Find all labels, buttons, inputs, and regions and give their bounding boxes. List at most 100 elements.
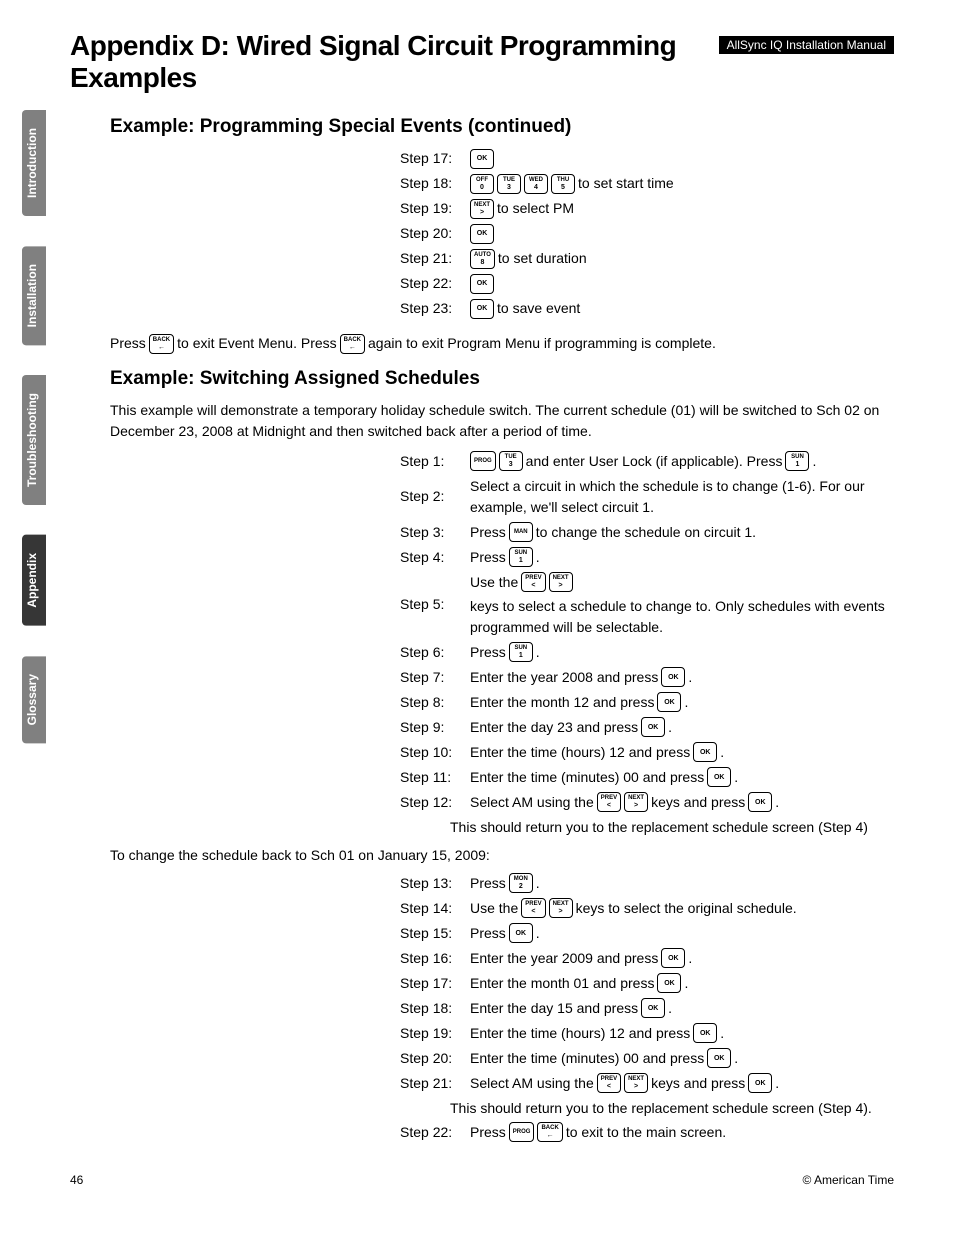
step-label: Step 6: bbox=[400, 642, 470, 663]
key-back: BACK← bbox=[149, 334, 174, 354]
step-label: Step 11: bbox=[400, 767, 470, 788]
step-content: Select a circuit in which the schedule i… bbox=[470, 476, 894, 518]
step-row: Step 21:Select AM using the PREV<NEXT> k… bbox=[400, 1073, 894, 1094]
step-row: Step 22:Press PROGBACK← to exit to the m… bbox=[400, 1122, 894, 1143]
step-text: to set duration bbox=[498, 248, 587, 269]
key-ok: OK bbox=[470, 299, 494, 319]
step-text: Press bbox=[470, 522, 506, 543]
step-row: Step 23:OK to save event bbox=[400, 298, 894, 319]
step-text: to exit Event Menu. Press bbox=[177, 333, 337, 354]
step-row: Step 4:Press SUN1. bbox=[400, 547, 894, 568]
step-text: . bbox=[775, 792, 779, 813]
step-label: Step 21: bbox=[400, 248, 470, 269]
step-text: . bbox=[720, 742, 724, 763]
step-row: Step 3:Press MAN to change the schedule … bbox=[400, 522, 894, 543]
step-text: Press bbox=[110, 333, 146, 354]
step-text: keys to select the original schedule. bbox=[576, 898, 797, 919]
step-label: Step 21: bbox=[400, 1073, 470, 1094]
key-prog: PROG bbox=[509, 1122, 535, 1142]
step-text: keys to select a schedule to change to. … bbox=[470, 596, 894, 638]
step-label: Step 14: bbox=[400, 898, 470, 919]
step-label: Step 3: bbox=[400, 522, 470, 543]
step-text: Enter the day 23 and press bbox=[470, 717, 638, 738]
step-label: Step 4: bbox=[400, 547, 470, 568]
step-text: Enter the month 01 and press bbox=[470, 973, 654, 994]
tab-appendix[interactable]: Appendix bbox=[22, 535, 46, 626]
exit-line: Press BACK← to exit Event Menu. Press BA… bbox=[110, 333, 894, 354]
step-text: to exit to the main screen. bbox=[566, 1122, 726, 1143]
step-content: Enter the time (minutes) 00 and press OK… bbox=[470, 1048, 738, 1069]
step-row: Step 11:Enter the time (minutes) 00 and … bbox=[400, 767, 894, 788]
step-content: Press MAN to change the schedule on circ… bbox=[470, 522, 756, 543]
step-label: Step 23: bbox=[400, 298, 470, 319]
key-next: NEXT> bbox=[624, 1073, 648, 1093]
step-label: Step 15: bbox=[400, 923, 470, 944]
step-row: Step 6:Press SUN1. bbox=[400, 642, 894, 663]
section2-subtitle: Example: Switching Assigned Schedules bbox=[110, 368, 894, 390]
step-content: Enter the month 01 and press OK. bbox=[470, 973, 688, 994]
key-ok: OK bbox=[707, 767, 731, 787]
step-text: to set start time bbox=[578, 173, 674, 194]
step-label: Step 22: bbox=[400, 273, 470, 294]
step-content: OK bbox=[470, 274, 494, 294]
step-label: Step 10: bbox=[400, 742, 470, 763]
step-row: Step 13:Press MON2. bbox=[400, 873, 894, 894]
step-text: Press bbox=[470, 923, 506, 944]
step-label: Step 17: bbox=[400, 973, 470, 994]
step-text: to save event bbox=[497, 298, 580, 319]
step-content: Enter the day 23 and press OK. bbox=[470, 717, 672, 738]
step-text: . bbox=[688, 667, 692, 688]
step-row: Step 9:Enter the day 23 and press OK. bbox=[400, 717, 894, 738]
appendix-title: Appendix D: Wired Signal Circuit Program… bbox=[70, 30, 719, 94]
key-sun: SUN1 bbox=[509, 547, 533, 567]
step-label: Step 1: bbox=[400, 451, 470, 472]
manual-badge: AllSync IQ Installation Manual bbox=[719, 36, 894, 54]
step-text: to select PM bbox=[497, 198, 574, 219]
key-ok: OK bbox=[641, 998, 665, 1018]
step-text: Enter the time (hours) 12 and press bbox=[470, 742, 690, 763]
step-content: OK to save event bbox=[470, 298, 580, 319]
step-content: Enter the day 15 and press OK. bbox=[470, 998, 672, 1019]
tab-troubleshooting[interactable]: Troubleshooting bbox=[22, 375, 46, 505]
step-text: again to exit Program Menu if programmin… bbox=[368, 333, 716, 354]
key-next: NEXT> bbox=[549, 572, 573, 592]
section2-stepsC: Step 22:Press PROGBACK← to exit to the m… bbox=[400, 1122, 894, 1143]
key-man: MAN bbox=[509, 522, 533, 542]
tab-introduction[interactable]: Introduction bbox=[22, 110, 46, 216]
copyright: © American Time bbox=[802, 1173, 894, 1187]
key-ok: OK bbox=[693, 742, 717, 762]
step-content: Press OK. bbox=[470, 923, 540, 944]
tab-installation[interactable]: Installation bbox=[22, 246, 46, 345]
key-ok: OK bbox=[470, 149, 494, 169]
key-wed: WED4 bbox=[524, 174, 548, 194]
key-ok: OK bbox=[748, 792, 772, 812]
step-row: Step 1:PROGTUE3 and enter User Lock (if … bbox=[400, 451, 894, 472]
key-sun: SUN1 bbox=[509, 642, 533, 662]
step-row: Step 12:Select AM using the PREV<NEXT> k… bbox=[400, 792, 894, 813]
step-text: keys and press bbox=[651, 792, 745, 813]
key-ok: OK bbox=[641, 717, 665, 737]
step-content: Press SUN1. bbox=[470, 642, 540, 663]
tab-glossary[interactable]: Glossary bbox=[22, 656, 46, 743]
step-content: OK bbox=[470, 224, 494, 244]
step-row: Step 8:Enter the month 12 and press OK. bbox=[400, 692, 894, 713]
key-ok: OK bbox=[661, 667, 685, 687]
step-row: Step 17:OK bbox=[400, 148, 894, 169]
key-ok: OK bbox=[509, 923, 533, 943]
step-content: Enter the year 2009 and press OK. bbox=[470, 948, 692, 969]
step-text: Press bbox=[470, 642, 506, 663]
step-label: Step 16: bbox=[400, 948, 470, 969]
key-ok: OK bbox=[470, 274, 494, 294]
step-content: OK bbox=[470, 149, 494, 169]
key-off: OFF0 bbox=[470, 174, 494, 194]
side-tabs: Introduction Installation Troubleshooting A… bbox=[0, 110, 46, 773]
step-content: Select AM using the PREV<NEXT> keys and … bbox=[470, 792, 779, 813]
step-label: Step 18: bbox=[400, 173, 470, 194]
key-prev: PREV< bbox=[597, 792, 621, 812]
step-label: Step 17: bbox=[400, 148, 470, 169]
step-content: OFF0TUE3WED4THU5 to set start time bbox=[470, 173, 674, 194]
step-text: Select AM using the bbox=[470, 1073, 594, 1094]
step-text: keys and press bbox=[651, 1073, 745, 1094]
step-text: . bbox=[536, 923, 540, 944]
key-prev: PREV< bbox=[521, 572, 545, 592]
